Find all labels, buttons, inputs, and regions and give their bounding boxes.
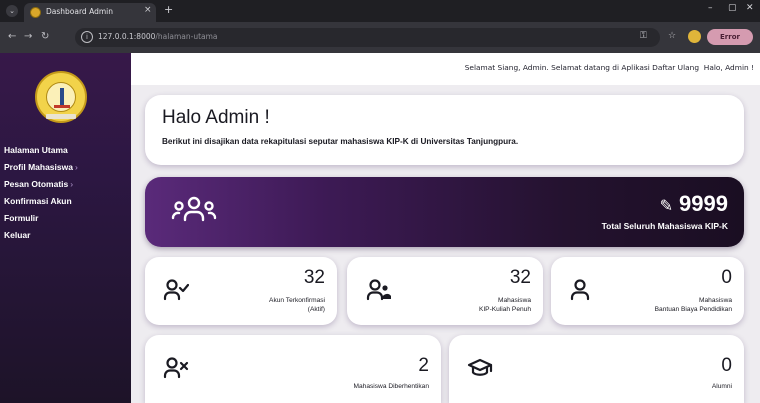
back-icon[interactable]: ← — [8, 31, 16, 42]
sidebar-item-halaman-utama[interactable]: Halaman Utama — [4, 142, 78, 159]
users-icon — [366, 279, 391, 301]
tab-close-icon[interactable]: × — [144, 5, 152, 15]
site-info-icon[interactable]: i — [81, 31, 93, 43]
sidebar-item-keluar[interactable]: Keluar — [4, 227, 78, 244]
browser-tab-bar: ⌄ Dashboard Admin × + – ▢ ✕ — [0, 0, 760, 22]
stat-label: Mahasiswa — [498, 297, 531, 304]
tab-title: Dashboard Admin — [46, 7, 113, 16]
restore-icon[interactable]: ▢ — [728, 3, 737, 13]
url-field[interactable]: i 127.0.0.1:8000/halaman-utama — [75, 28, 660, 47]
welcome-card: Halo Admin ! Berikut ini disajikan data … — [145, 95, 744, 165]
stat-card-akun-terkonfirmasi[interactable]: 32 Akun Terkonfirmasi (Aktif) — [145, 257, 337, 325]
reload-icon[interactable]: ↻ — [41, 31, 49, 42]
close-window-icon[interactable]: ✕ — [746, 3, 754, 13]
bookmark-star-icon[interactable]: ☆ — [668, 31, 676, 41]
greeting-text: Selamat Siang, Admin. Selamat datang di … — [464, 63, 754, 72]
total-value: ✎ 9999 — [659, 191, 728, 216]
chevron-right-icon: › — [70, 179, 74, 189]
profile-avatar-icon[interactable] — [688, 30, 701, 43]
chevron-right-icon: › — [74, 162, 78, 172]
user-check-icon — [163, 279, 189, 301]
browser-tab[interactable]: Dashboard Admin × — [24, 3, 156, 22]
sidebar-menu: Halaman Utama Profil Mahasiswa › Pesan Ot… — [4, 142, 78, 244]
welcome-subtitle: Berikut ini disajikan data rekapitulasi … — [162, 137, 519, 146]
url-text: 127.0.0.1:8000/halaman-utama — [98, 32, 218, 41]
stat-label: Mahasiswa — [699, 297, 732, 304]
favicon-icon — [30, 7, 41, 18]
minimize-icon[interactable]: – — [708, 3, 713, 13]
stat-card-bantuan-biaya-pendidikan[interactable]: 0 Mahasiswa Bantuan Biaya Pendidikan — [551, 257, 744, 325]
sidebar: Halaman Utama Profil Mahasiswa › Pesan Ot… — [0, 53, 131, 403]
stat-label-sub: (Aktif) — [307, 306, 325, 313]
stat-value: 0 — [721, 355, 732, 376]
forward-icon[interactable]: → — [24, 31, 32, 42]
tab-search-icon[interactable]: ⌄ — [6, 5, 18, 17]
password-key-icon[interactable]: ⚿ — [640, 31, 647, 41]
users-group-icon — [171, 196, 217, 222]
stat-label: Alumni — [711, 383, 732, 390]
address-bar: ← → ↻ i 127.0.0.1:8000/halaman-utama ⚿ ☆… — [0, 22, 760, 53]
stat-value: 0 — [721, 267, 732, 288]
stat-card-mahasiswa-diberhentikan[interactable]: 2 Mahasiswa Diberhentikan — [145, 335, 441, 403]
user-greeting[interactable]: Halo, Admin ! — [704, 63, 754, 72]
stat-label-sub: Bantuan Biaya Pendidikan — [654, 306, 732, 313]
total-label: Total Seluruh Mahasiswa KIP-K — [601, 221, 728, 231]
total-students-card[interactable]: ✎ 9999 Total Seluruh Mahasiswa KIP-K — [145, 177, 744, 247]
sidebar-item-pesan-otomatis[interactable]: Pesan Otomatis › — [4, 176, 78, 193]
graduation-cap-icon — [467, 358, 493, 376]
sidebar-item-konfirmasi-akun[interactable]: Konfirmasi Akun — [4, 193, 78, 210]
stat-value: 32 — [509, 267, 531, 288]
top-bar: Selamat Siang, Admin. Selamat datang di … — [131, 53, 760, 85]
sidebar-item-formulir[interactable]: Formulir — [4, 210, 78, 227]
main-content: Halo Admin ! Berikut ini disajikan data … — [131, 85, 760, 403]
user-x-icon — [163, 357, 189, 379]
stat-label: Mahasiswa Diberhentikan — [353, 383, 430, 390]
new-tab-button[interactable]: + — [164, 3, 173, 16]
stat-card-alumni[interactable]: 0 Alumni — [449, 335, 744, 403]
user-icon — [570, 279, 590, 301]
error-button[interactable]: Error — [707, 29, 753, 45]
stat-label-sub: KIP-Kuliah Penuh — [478, 306, 531, 313]
stat-label: Akun Terkonfirmasi — [269, 297, 325, 304]
welcome-title: Halo Admin ! — [162, 107, 270, 128]
stat-value: 2 — [418, 355, 429, 376]
pencil-icon[interactable]: ✎ — [660, 198, 673, 215]
stat-card-kip-kuliah-penuh[interactable]: 32 Mahasiswa KIP-Kuliah Penuh — [347, 257, 543, 325]
university-seal-icon — [35, 71, 87, 123]
sidebar-item-profil-mahasiswa[interactable]: Profil Mahasiswa › — [4, 159, 78, 176]
stat-value: 32 — [303, 267, 325, 288]
